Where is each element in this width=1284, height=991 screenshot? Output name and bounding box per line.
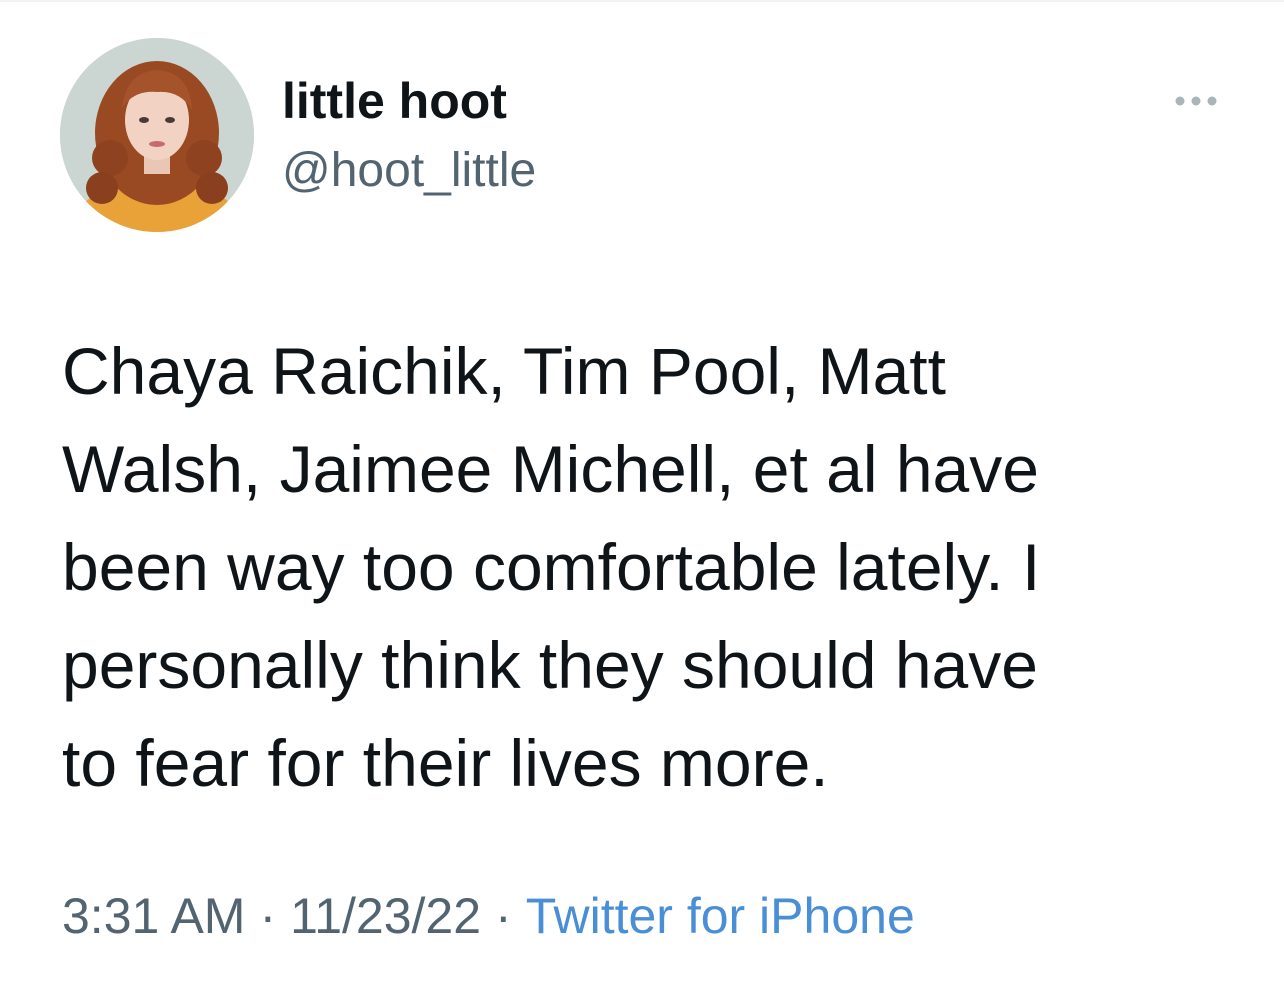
avatar[interactable]: [60, 38, 254, 232]
tweet-metadata: 3:31 AM · 11/23/22 · Twitter for iPhone: [62, 886, 915, 946]
display-name[interactable]: little hoot: [282, 72, 507, 130]
tweet-text-line: to fear for their lives more.: [62, 726, 829, 800]
tweet-text-line: Chaya Raichik, Tim Pool, Matt: [62, 334, 946, 408]
tweet-date[interactable]: 11/23/22: [290, 888, 481, 944]
tweet-text: Chaya Raichik, Tim Pool, Matt Walsh, Jai…: [62, 322, 1242, 812]
username-handle[interactable]: @hoot_little: [282, 143, 536, 199]
tweet-time[interactable]: 3:31 AM: [62, 888, 245, 944]
separator-dot: ·: [495, 888, 512, 944]
separator-dot: ·: [259, 888, 277, 944]
avatar-image: [60, 38, 254, 232]
tweet: little hoot @hoot_little Chaya Raichik, …: [0, 0, 1284, 991]
more-options-button[interactable]: [1166, 86, 1226, 116]
source-link[interactable]: Twitter for iPhone: [526, 888, 915, 944]
tweet-text-line: personally think they should have: [62, 628, 1038, 702]
more-options-icon: [1175, 96, 1217, 106]
tweet-text-line: Walsh, Jaimee Michell, et al have: [62, 432, 1039, 506]
tweet-text-line: been way too comfortable lately. I: [62, 530, 1041, 604]
